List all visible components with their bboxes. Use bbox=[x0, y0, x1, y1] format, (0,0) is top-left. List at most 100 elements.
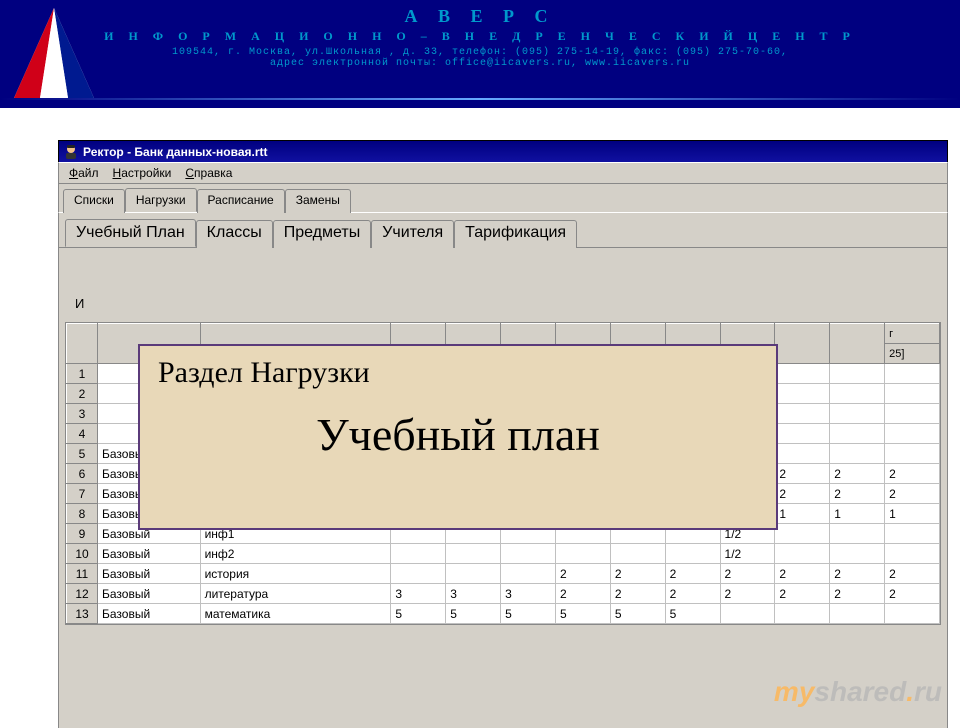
cell-value[interactable] bbox=[391, 544, 446, 564]
cell-value[interactable]: 5 bbox=[555, 604, 610, 624]
cell-subject[interactable]: математика bbox=[200, 604, 391, 624]
cell-value[interactable]: 5 bbox=[391, 604, 446, 624]
cell-value[interactable] bbox=[446, 564, 501, 584]
cell-value[interactable]: 1 bbox=[885, 504, 940, 524]
cell-value[interactable]: 2 bbox=[885, 484, 940, 504]
cell-value[interactable] bbox=[885, 524, 940, 544]
menu-settings[interactable]: Настройки bbox=[107, 164, 178, 182]
cell-subject[interactable]: литература bbox=[200, 584, 391, 604]
row-number[interactable]: 12 bbox=[67, 584, 98, 604]
cell-value[interactable]: 2 bbox=[830, 584, 885, 604]
cell-value[interactable] bbox=[775, 444, 830, 464]
cell-value[interactable]: 2 bbox=[610, 564, 665, 584]
cell-value[interactable] bbox=[830, 604, 885, 624]
cell-value[interactable] bbox=[775, 384, 830, 404]
cell-value[interactable] bbox=[885, 444, 940, 464]
titlebar[interactable]: Ректор - Банк данных-новая.rtt bbox=[58, 140, 948, 162]
row-number[interactable]: 4 bbox=[67, 424, 98, 444]
cell-value[interactable]: 2 bbox=[720, 564, 775, 584]
cell-value[interactable]: 3 bbox=[501, 584, 556, 604]
row-number[interactable]: 7 bbox=[67, 484, 98, 504]
cell-value[interactable] bbox=[885, 384, 940, 404]
cell-value[interactable]: 3 bbox=[446, 584, 501, 604]
tab-schedule[interactable]: Расписание bbox=[197, 189, 285, 213]
cell-value[interactable] bbox=[720, 604, 775, 624]
cell-value[interactable]: 1 bbox=[775, 504, 830, 524]
cell-value[interactable]: 2 bbox=[665, 584, 720, 604]
cell-value[interactable] bbox=[885, 424, 940, 444]
row-number[interactable]: 1 bbox=[67, 364, 98, 384]
cell-subject[interactable]: инф2 bbox=[200, 544, 391, 564]
cell-value[interactable]: 2 bbox=[775, 484, 830, 504]
menu-file[interactable]: Файл bbox=[63, 164, 105, 182]
cell-value[interactable] bbox=[665, 544, 720, 564]
row-number[interactable]: 5 bbox=[67, 444, 98, 464]
cell-value[interactable] bbox=[830, 384, 885, 404]
row-number[interactable]: 6 bbox=[67, 464, 98, 484]
cell-value[interactable] bbox=[391, 564, 446, 584]
cell-subject[interactable]: история bbox=[200, 564, 391, 584]
row-number[interactable]: 11 bbox=[67, 564, 98, 584]
cell-value[interactable] bbox=[446, 544, 501, 564]
cell-value[interactable]: 2 bbox=[610, 584, 665, 604]
cell-value[interactable]: 5 bbox=[610, 604, 665, 624]
cell-value[interactable]: 2 bbox=[830, 464, 885, 484]
cell-value[interactable] bbox=[830, 544, 885, 564]
row-number[interactable]: 10 bbox=[67, 544, 98, 564]
cell-value[interactable]: 1 bbox=[830, 504, 885, 524]
row-number[interactable]: 2 bbox=[67, 384, 98, 404]
subtab-classes[interactable]: Классы bbox=[196, 220, 273, 248]
subtab-tariff[interactable]: Тарификация bbox=[454, 220, 577, 248]
row-number[interactable]: 8 bbox=[67, 504, 98, 524]
cell-value[interactable]: 5 bbox=[501, 604, 556, 624]
cell-value[interactable] bbox=[775, 364, 830, 384]
cell-value[interactable]: 2 bbox=[665, 564, 720, 584]
tab-subs[interactable]: Замены bbox=[285, 189, 351, 213]
col-10-bottom[interactable]: 25] bbox=[885, 344, 940, 364]
menu-help[interactable]: Справка bbox=[179, 164, 238, 182]
cell-value[interactable]: 2 bbox=[555, 564, 610, 584]
cell-value[interactable]: 3 bbox=[391, 584, 446, 604]
cell-value[interactable] bbox=[775, 524, 830, 544]
cell-value[interactable] bbox=[610, 544, 665, 564]
cell-value[interactable]: 2 bbox=[775, 584, 830, 604]
cell-value[interactable]: 1/2 bbox=[720, 544, 775, 564]
cell-value[interactable] bbox=[830, 424, 885, 444]
cell-value[interactable] bbox=[555, 544, 610, 564]
cell-value[interactable] bbox=[830, 404, 885, 424]
row-number[interactable]: 3 bbox=[67, 404, 98, 424]
cell-value[interactable] bbox=[885, 364, 940, 384]
cell-value[interactable] bbox=[775, 404, 830, 424]
cell-value[interactable]: 2 bbox=[830, 484, 885, 504]
cell-type[interactable]: Базовый bbox=[98, 544, 201, 564]
cell-value[interactable] bbox=[885, 604, 940, 624]
tab-lists[interactable]: Списки bbox=[63, 189, 125, 213]
cell-value[interactable] bbox=[885, 544, 940, 564]
cell-value[interactable]: 2 bbox=[775, 564, 830, 584]
cell-type[interactable]: Базовый bbox=[98, 584, 201, 604]
cell-value[interactable]: 2 bbox=[885, 564, 940, 584]
cell-value[interactable]: 5 bbox=[665, 604, 720, 624]
cell-value[interactable] bbox=[501, 544, 556, 564]
cell-value[interactable] bbox=[885, 404, 940, 424]
col-8[interactable] bbox=[775, 324, 830, 364]
cell-type[interactable]: Базовый bbox=[98, 564, 201, 584]
table-row[interactable]: 10Базовыйинф2 1/2 bbox=[67, 544, 940, 564]
cell-value[interactable] bbox=[775, 604, 830, 624]
table-row[interactable]: 13Базовыйматематика555555 bbox=[67, 604, 940, 624]
row-number[interactable]: 9 bbox=[67, 524, 98, 544]
cell-value[interactable] bbox=[830, 444, 885, 464]
row-number[interactable]: 13 bbox=[67, 604, 98, 624]
cell-value[interactable]: 2 bbox=[885, 464, 940, 484]
cell-value[interactable]: 2 bbox=[720, 584, 775, 604]
table-row[interactable]: 12Базовыйлитература3332222222 bbox=[67, 584, 940, 604]
col-9[interactable] bbox=[830, 324, 885, 364]
cell-value[interactable] bbox=[830, 364, 885, 384]
cell-value[interactable]: 2 bbox=[830, 564, 885, 584]
cell-value[interactable] bbox=[501, 564, 556, 584]
cell-value[interactable] bbox=[775, 544, 830, 564]
cell-type[interactable]: Базовый bbox=[98, 604, 201, 624]
col-10-top[interactable]: г bbox=[885, 324, 940, 344]
subtab-subjects[interactable]: Предметы bbox=[273, 220, 371, 248]
subtab-plan[interactable]: Учебный План bbox=[65, 219, 196, 247]
